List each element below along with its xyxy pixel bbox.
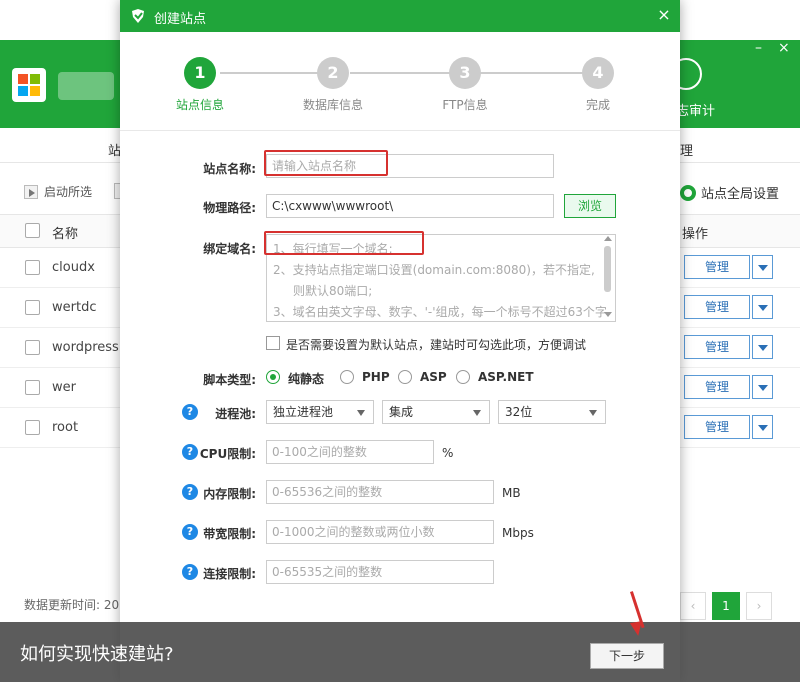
conn-input[interactable] <box>266 560 494 584</box>
step-connector <box>220 72 330 74</box>
minimize-icon[interactable]: – <box>755 40 762 56</box>
row-checkbox[interactable] <box>25 420 40 435</box>
domain-hint-line: 3、域名由英文字母、数字、'-'组成，每一个标号不超过63个字 <box>273 305 607 319</box>
radio-php-label: PHP <box>362 370 390 384</box>
mem-unit: MB <box>502 486 521 500</box>
domain-textarea[interactable]: 1、每行填写一个域名; 2、支持站点指定端口设置(domain.com:8080… <box>266 234 616 322</box>
chevron-down-icon[interactable] <box>752 335 773 359</box>
step-2-circle: 2 <box>317 57 349 89</box>
column-name: 名称 <box>52 227 79 242</box>
column-ops: 操作 <box>682 227 709 242</box>
window-close-icon[interactable]: × <box>778 40 790 56</box>
windows-logo-icon <box>12 68 46 102</box>
audit-label[interactable]: 志审计 <box>676 100 715 119</box>
cpu-input[interactable] <box>266 440 434 464</box>
domain-hint-line: 2、支持站点指定端口设置(domain.com:8080)，若不指定, <box>273 263 595 277</box>
row-checkbox[interactable] <box>25 300 40 315</box>
step-connector <box>350 72 460 74</box>
step-4-label: 完成 <box>585 98 610 112</box>
radio-asp-label: ASP <box>420 370 447 384</box>
browse-button[interactable]: 浏览 <box>564 194 616 218</box>
site-name: root <box>52 420 79 435</box>
chevron-down-icon[interactable] <box>752 375 773 399</box>
start-selected-button[interactable]: 启动所选 <box>24 183 92 200</box>
bw-label: 带宽限制: <box>203 527 256 541</box>
scroll-down-icon[interactable] <box>604 312 612 317</box>
bw-input[interactable] <box>266 520 494 544</box>
step-divider <box>120 130 680 131</box>
manage-button[interactable]: 管理 <box>684 255 750 279</box>
site-name: wordpress <box>52 340 119 355</box>
radio-static-label: 纯静态 <box>288 372 325 386</box>
pipeline-select[interactable]: 集成 <box>382 400 490 424</box>
select-all-checkbox[interactable] <box>25 223 40 238</box>
step-1-circle: 1 <box>184 57 216 89</box>
global-settings-label: 站点全局设置 <box>701 187 780 202</box>
close-icon[interactable]: × <box>654 5 674 24</box>
radio-php[interactable] <box>340 370 354 384</box>
scrollbar-thumb[interactable] <box>604 246 611 292</box>
step-2-label: 数据库信息 <box>302 98 363 112</box>
gear-icon <box>680 184 696 201</box>
step-connector <box>480 72 590 74</box>
site-name-input[interactable] <box>266 154 554 178</box>
default-site-checkbox[interactable] <box>266 336 280 350</box>
row-checkbox[interactable] <box>25 380 40 395</box>
manage-button[interactable]: 管理 <box>684 335 750 359</box>
play-icon <box>24 184 38 199</box>
mem-input[interactable] <box>266 480 494 504</box>
path-label: 物理路径: <box>203 201 256 215</box>
next-step-button[interactable]: 下一步 <box>590 643 664 669</box>
dialog-title: 创建站点 <box>154 12 207 27</box>
blurred-app-name <box>58 72 114 100</box>
row-checkbox[interactable] <box>25 340 40 355</box>
red-arrow-head <box>629 621 645 637</box>
path-input[interactable] <box>266 194 554 218</box>
site-name: wertdc <box>52 300 97 315</box>
conn-label: 连接限制: <box>203 567 256 581</box>
tab-manage[interactable]: 理 <box>680 140 693 159</box>
domain-label: 绑定域名: <box>203 242 256 256</box>
radio-aspnet[interactable] <box>456 370 470 384</box>
row-checkbox[interactable] <box>25 260 40 275</box>
app-logo-icon <box>132 9 144 23</box>
update-time: 数据更新时间: 20 <box>24 598 120 612</box>
domain-hint-line: 1、每行填写一个域名; <box>273 242 393 256</box>
pool-label: 进程池: <box>215 407 256 421</box>
start-selected-label: 启动所选 <box>44 185 93 199</box>
chevron-down-icon[interactable] <box>752 295 773 319</box>
site-name: cloudx <box>52 260 95 275</box>
step-1-label: 站点信息 <box>175 98 224 112</box>
cpu-label: CPU限制: <box>199 447 256 461</box>
site-name-label: 站点名称: <box>203 162 256 176</box>
step-3-circle: 3 <box>449 57 481 89</box>
radio-asp[interactable] <box>398 370 412 384</box>
pager-next[interactable]: › <box>746 592 772 620</box>
pager-prev[interactable]: ‹ <box>680 592 706 620</box>
script-type-label: 脚本类型: <box>203 373 256 387</box>
scroll-up-icon[interactable] <box>604 236 612 241</box>
chevron-down-icon[interactable] <box>752 255 773 279</box>
radio-aspnet-label: ASP.NET <box>478 370 534 384</box>
manage-button[interactable]: 管理 <box>684 295 750 319</box>
default-site-label: 是否需要设置为默认站点，建站时可勾选此项，方便调试 <box>286 338 587 352</box>
manage-button[interactable]: 管理 <box>684 415 750 439</box>
mem-label: 内存限制: <box>203 487 256 501</box>
radio-static[interactable] <box>266 370 280 384</box>
manage-button[interactable]: 管理 <box>684 375 750 399</box>
domain-hint-line: 则默认80端口; <box>293 284 373 298</box>
create-site-dialog: 创建站点 × 1 站点信息 2 数据库信息 3 FTP信息 4 完成 站点名称:… <box>120 0 680 682</box>
global-settings-button[interactable]: 站点全局设置 <box>680 183 779 202</box>
chevron-down-icon[interactable] <box>752 415 773 439</box>
cpu-unit: % <box>442 446 454 460</box>
site-name: wer <box>52 380 76 395</box>
bw-unit: Mbps <box>502 526 534 540</box>
bitness-select[interactable]: 32位 <box>498 400 606 424</box>
step-4-circle: 4 <box>582 57 614 89</box>
pager-current[interactable]: 1 <box>712 592 740 620</box>
caption-text: 如何实现快速建站? <box>20 644 174 665</box>
pool-mode-select[interactable]: 独立进程池 <box>266 400 374 424</box>
step-3-label: FTP信息 <box>442 98 488 112</box>
